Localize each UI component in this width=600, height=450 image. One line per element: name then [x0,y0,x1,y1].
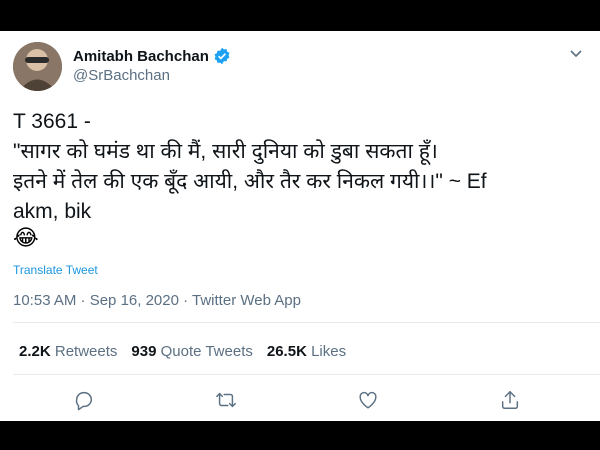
chevron-down-icon[interactable] [568,45,584,61]
laughing-emoji: 😂 [13,225,39,250]
author-name-row[interactable]: Amitabh Bachchan [73,47,231,65]
tweet-text-line: "सागर को घमंड था की मैं, सारी दुनिया को … [13,140,438,163]
tweet-card: Amitabh Bachchan @SrBachchan T 3661 - "स… [0,31,600,421]
divider [13,374,600,375]
likes-stat[interactable]: 26.5K Likes [267,343,346,360]
author-handle[interactable]: @SrBachchan [73,67,170,84]
retweets-label: Retweets [54,343,118,360]
verified-badge-icon [214,47,230,65]
tweet-text: T 3661 - "सागर को घमंड था की मैं, सारी द… [13,107,588,227]
share-icon[interactable] [499,389,521,411]
quote-tweets-count: 939 [131,343,157,360]
tweet-timestamp[interactable]: 10:53 AM · Sep 16, 2020 · Twitter Web Ap… [13,292,301,309]
quote-tweets-stat[interactable]: 939 Quote Tweets [131,343,252,360]
reply-icon[interactable] [73,389,95,411]
tweet-stats: 2.2K Retweets 939 Quote Tweets 26.5K Lik… [19,343,346,360]
avatar[interactable] [13,42,62,91]
author-name[interactable]: Amitabh Bachchan [73,48,209,65]
translate-tweet-link[interactable]: Translate Tweet [13,263,98,277]
tweet-text-line: akm, bik [13,200,92,223]
tweet-text-line: इतने में तेल की एक बूँद आयी, और तैर कर न… [13,170,487,193]
avatar-image [13,42,62,91]
retweet-icon[interactable] [215,389,237,411]
quote-tweets-label: Quote Tweets [160,343,253,360]
retweets-count: 2.2K [19,343,51,360]
action-bar [0,389,600,411]
retweets-stat[interactable]: 2.2K Retweets [19,343,117,360]
likes-count: 26.5K [266,343,307,360]
likes-label: Likes [311,343,347,360]
tweet-text-line: T 3661 - [13,110,91,133]
like-icon[interactable] [357,389,379,411]
divider [13,322,600,323]
